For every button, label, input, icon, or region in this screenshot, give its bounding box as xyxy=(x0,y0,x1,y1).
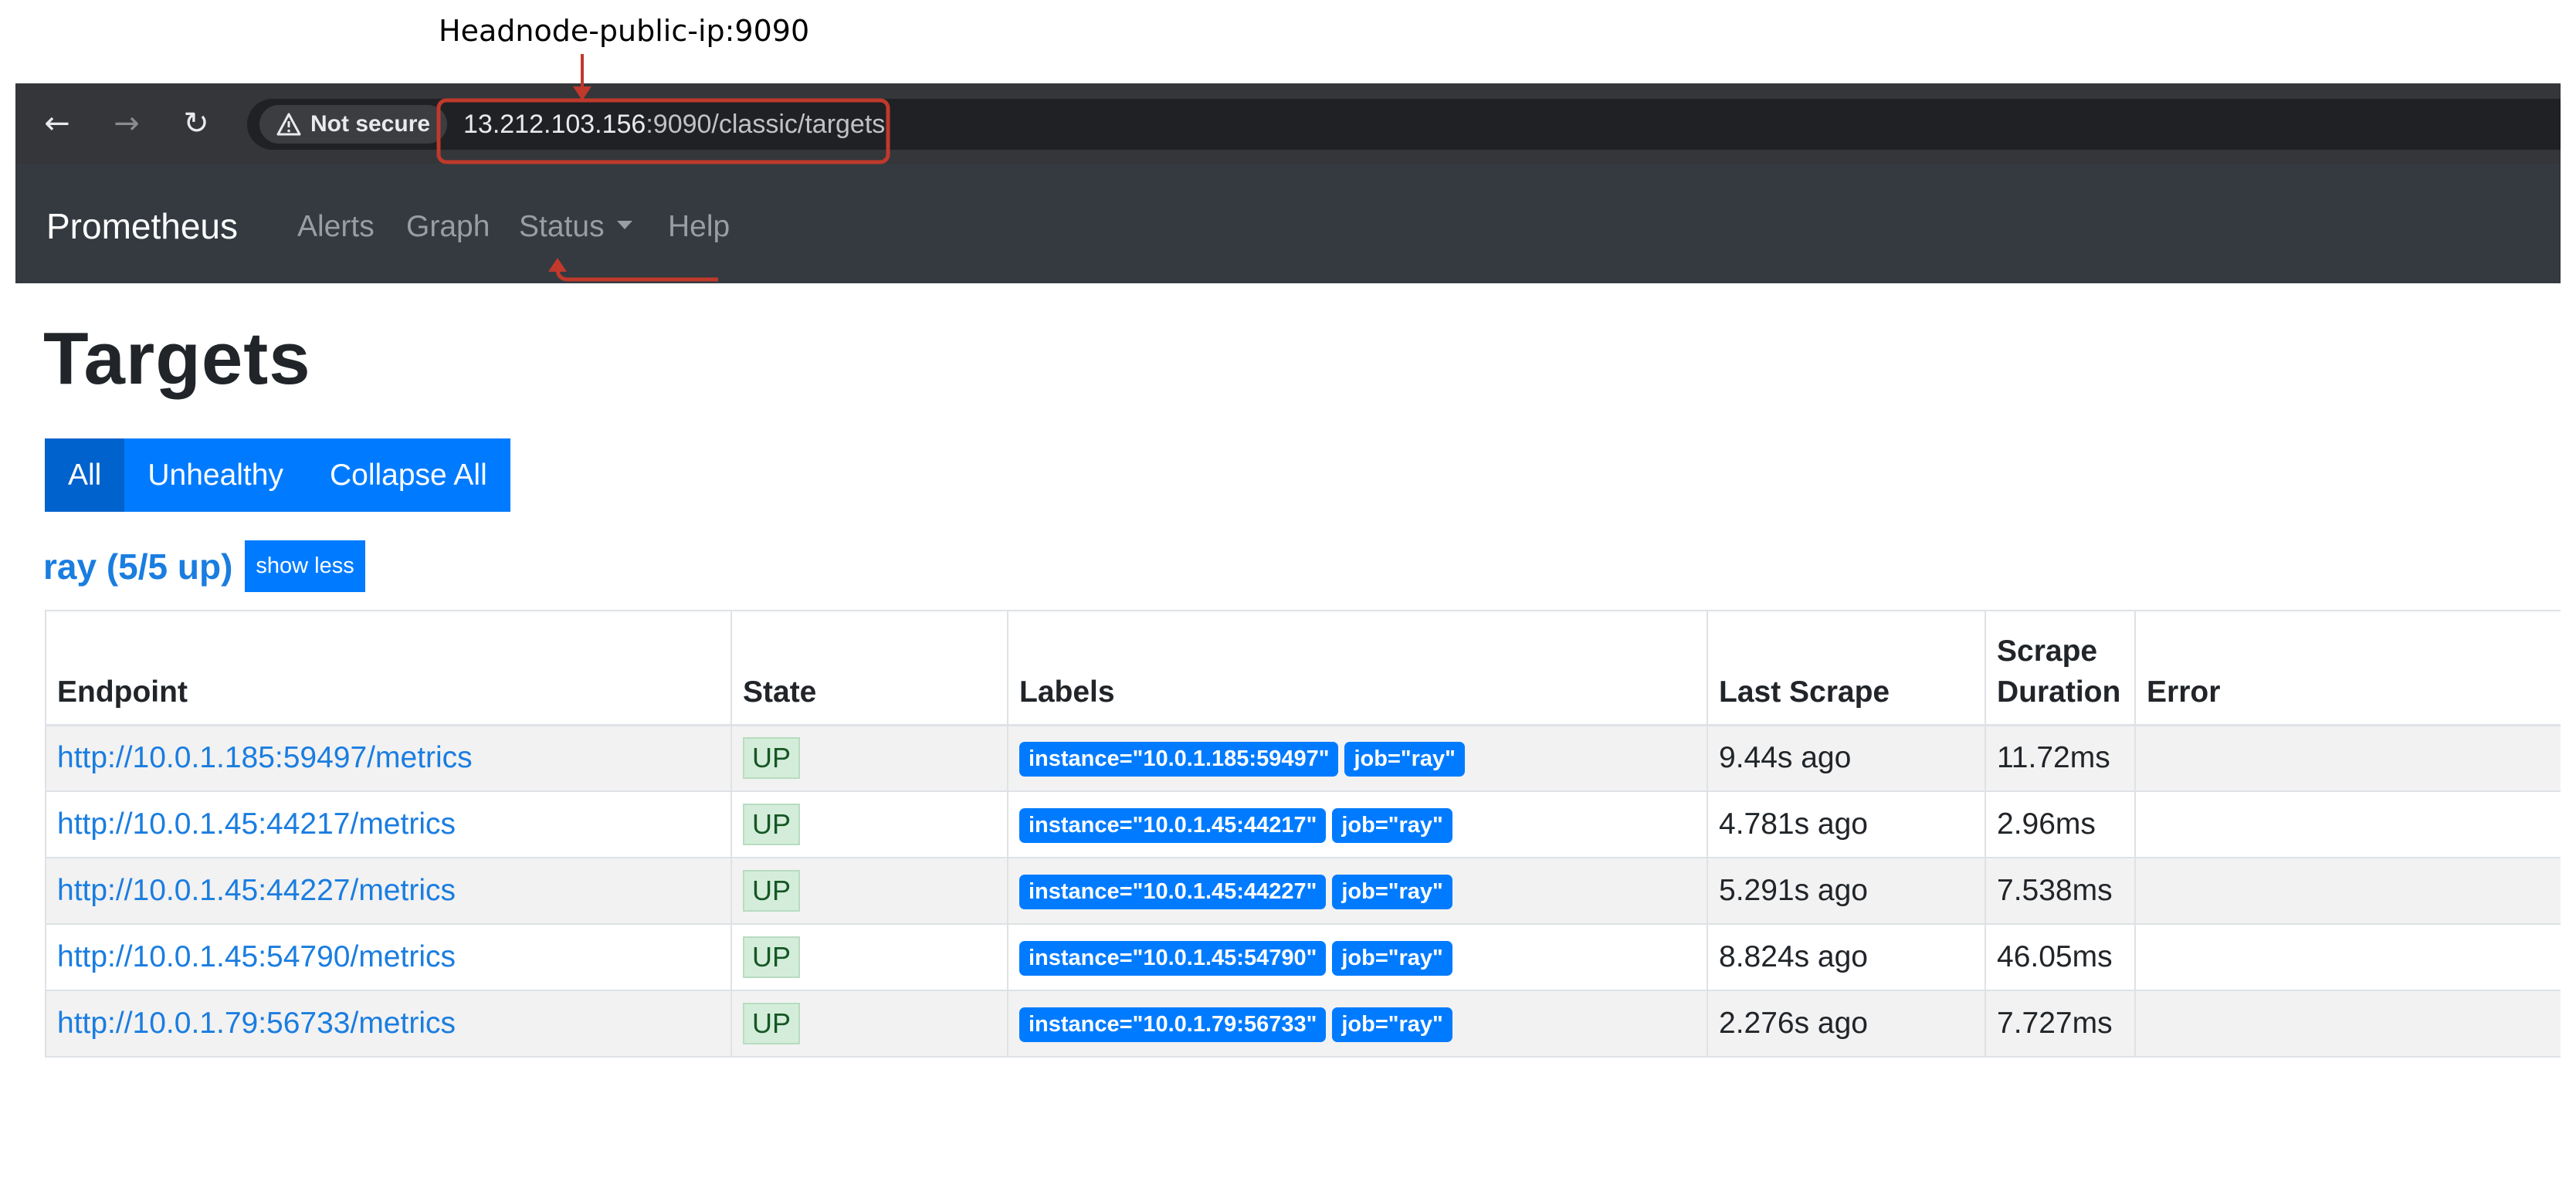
table-row: http://10.0.1.185:59497/metrics UP insta… xyxy=(45,725,2561,792)
table-row: http://10.0.1.45:44227/metrics UP instan… xyxy=(45,858,2561,925)
label-badge: job="ray" xyxy=(1332,1007,1452,1042)
reload-icon[interactable]: ↻ xyxy=(173,100,219,147)
endpoint-cell: http://10.0.1.79:56733/metrics xyxy=(45,990,731,1058)
table-row: http://10.0.1.45:44217/metrics UP instan… xyxy=(45,791,2561,858)
browser-toolbar: ← → ↻ Not secure 13.212.103.156:9090/cla… xyxy=(15,83,2561,164)
endpoint-cell: http://10.0.1.45:44217/metrics xyxy=(45,791,731,858)
state-badge: UP xyxy=(743,737,801,780)
state-cell: UP xyxy=(730,990,1008,1058)
error-cell xyxy=(2134,990,2561,1058)
endpoint-link[interactable]: http://10.0.1.79:56733/metrics xyxy=(57,1007,456,1040)
url-path: :9090/classic/targets xyxy=(646,110,886,139)
last-scrape-cell: 5.291s ago xyxy=(1707,858,1985,925)
filter-all-button[interactable]: All xyxy=(45,438,125,512)
address-bar[interactable]: Not secure 13.212.103.156:9090/classic/t… xyxy=(247,99,2561,150)
caret-down-icon xyxy=(616,221,632,230)
nav-graph[interactable]: Graph xyxy=(406,210,490,244)
page-title: Targets xyxy=(43,317,311,400)
last-scrape-cell: 9.44s ago xyxy=(1707,725,1985,792)
labels-cell: instance="10.0.1.45:44227" job="ray" xyxy=(1007,858,1707,925)
label-badge: instance="10.0.1.45:54790" xyxy=(1019,941,1327,976)
labels-cell: instance="10.0.1.79:56733" job="ray" xyxy=(1007,990,1707,1058)
last-scrape-cell: 8.824s ago xyxy=(1707,924,1985,991)
endpoint-cell: http://10.0.1.45:54790/metrics xyxy=(45,924,731,991)
endpoint-link[interactable]: http://10.0.1.45:44227/metrics xyxy=(57,874,456,907)
table-row: http://10.0.1.79:56733/metrics UP instan… xyxy=(45,990,2561,1058)
last-scrape-cell: 4.781s ago xyxy=(1707,791,1985,858)
error-cell xyxy=(2134,791,2561,858)
endpoint-cell: http://10.0.1.45:44227/metrics xyxy=(45,858,731,925)
endpoint-link[interactable]: http://10.0.1.185:59497/metrics xyxy=(57,741,473,774)
scrape-duration-cell: 7.538ms xyxy=(1985,858,2135,925)
state-badge: UP xyxy=(743,804,801,845)
nav-help[interactable]: Help xyxy=(668,210,730,244)
scrape-duration-cell: 46.05ms xyxy=(1985,924,2135,991)
security-label: Not secure xyxy=(310,111,431,137)
endpoint-link[interactable]: http://10.0.1.45:44217/metrics xyxy=(57,807,456,841)
scrape-duration-cell: 11.72ms xyxy=(1985,725,2135,792)
header-endpoint: Endpoint xyxy=(45,610,731,726)
label-badge: job="ray" xyxy=(1332,808,1452,843)
labels-cell: instance="10.0.1.185:59497" job="ray" xyxy=(1007,725,1707,792)
endpoint-cell: http://10.0.1.185:59497/metrics xyxy=(45,725,731,792)
state-badge: UP xyxy=(743,1003,801,1044)
url-host: 13.212.103.156 xyxy=(463,110,646,139)
label-badge: job="ray" xyxy=(1332,941,1452,976)
show-less-button[interactable]: show less xyxy=(245,540,365,592)
nav-alerts[interactable]: Alerts xyxy=(297,210,375,244)
state-cell: UP xyxy=(730,924,1008,991)
state-cell: UP xyxy=(730,725,1008,792)
collapse-all-button[interactable]: Collapse All xyxy=(306,438,510,512)
state-cell: UP xyxy=(730,791,1008,858)
header-error: Error xyxy=(2134,610,2561,726)
warning-icon xyxy=(276,113,301,136)
state-badge: UP xyxy=(743,936,801,978)
error-cell xyxy=(2134,725,2561,792)
label-badge: instance="10.0.1.45:44227" xyxy=(1019,875,1327,909)
header-state: State xyxy=(730,610,1008,726)
last-scrape-cell: 2.276s ago xyxy=(1707,990,1985,1058)
prometheus-navbar: Prometheus Alerts Graph Status Help xyxy=(15,164,2561,283)
labels-cell: instance="10.0.1.45:54790" job="ray" xyxy=(1007,924,1707,991)
label-badge: job="ray" xyxy=(1332,875,1452,909)
label-badge: job="ray" xyxy=(1344,742,1465,777)
filter-button-group: All Unhealthy Collapse All xyxy=(45,438,510,512)
header-labels: Labels xyxy=(1007,610,1707,726)
arrow-right-icon[interactable]: → xyxy=(103,100,150,147)
brand-link[interactable]: Prometheus xyxy=(46,205,238,247)
nav-status-label: Status xyxy=(519,210,605,243)
job-title[interactable]: ray (5/5 up) xyxy=(43,546,232,587)
table-row: http://10.0.1.45:54790/metrics UP instan… xyxy=(45,924,2561,991)
arrow-left-icon[interactable]: ← xyxy=(34,100,80,147)
security-chip[interactable]: Not secure xyxy=(259,105,448,144)
label-badge: instance="10.0.1.45:44217" xyxy=(1019,808,1327,843)
label-badge: instance="10.0.1.79:56733" xyxy=(1019,1007,1327,1042)
filter-unhealthy-button[interactable]: Unhealthy xyxy=(124,438,307,512)
scrape-duration-cell: 2.96ms xyxy=(1985,791,2135,858)
targets-table: Endpoint State Labels Last Scrape Scrape… xyxy=(45,610,2561,1058)
state-cell: UP xyxy=(730,858,1008,925)
nav-status[interactable]: Status xyxy=(519,210,632,244)
labels-cell: instance="10.0.1.45:44217" job="ray" xyxy=(1007,791,1707,858)
state-badge: UP xyxy=(743,870,801,912)
scrape-duration-cell: 7.727ms xyxy=(1985,990,2135,1058)
url-text[interactable]: 13.212.103.156:9090/classic/targets xyxy=(463,110,885,140)
error-cell xyxy=(2134,924,2561,991)
label-badge: instance="10.0.1.185:59497" xyxy=(1019,742,1339,777)
endpoint-link[interactable]: http://10.0.1.45:54790/metrics xyxy=(57,940,456,973)
annotation-label: Headnode-public-ip:9090 xyxy=(439,14,810,48)
job-header: ray (5/5 up) show less xyxy=(43,540,365,592)
header-last-scrape: Last Scrape xyxy=(1707,610,1985,726)
error-cell xyxy=(2134,858,2561,925)
header-scrape-duration: Scrape Duration xyxy=(1985,610,2135,726)
table-header-row: Endpoint State Labels Last Scrape Scrape… xyxy=(45,610,2561,726)
